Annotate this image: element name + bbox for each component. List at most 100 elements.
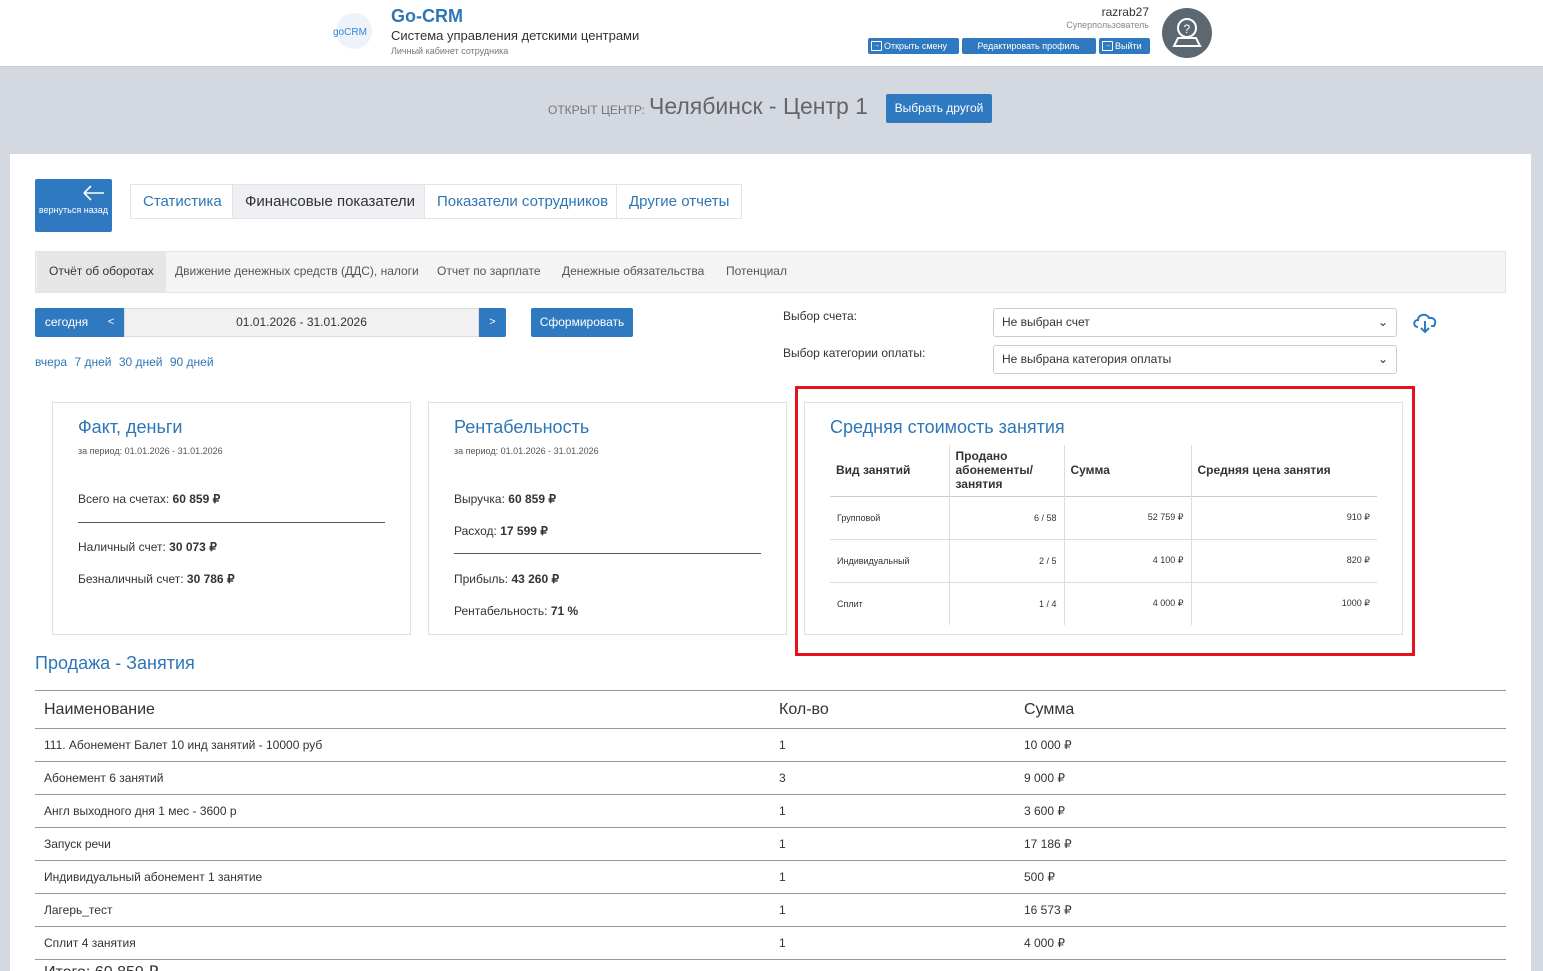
back-button[interactable]: вернуться назад: [35, 179, 112, 232]
user-role: Суперпользователь: [1066, 20, 1149, 30]
fact-card-title: Факт, деньги: [78, 417, 183, 437]
amount-cell: 9 000 ₽: [1015, 761, 1506, 795]
total-accounts-value: 60 859 ₽: [172, 492, 221, 506]
col-qty: Кол-во: [770, 690, 1015, 729]
table-row: Индивидуальный абонемент 1 занятие 1 500 ₽: [35, 860, 1506, 894]
name-cell: Сплит 4 занятия: [35, 926, 770, 960]
sales-table: Наименование Кол-во Сумма 111. Абонемент…: [35, 690, 1506, 960]
account-select-label: Выбор счета:: [783, 309, 857, 323]
divider: [78, 522, 385, 523]
arrow-left-icon: [83, 185, 104, 201]
tab-financial-indicators[interactable]: Финансовые показатели: [232, 184, 429, 219]
login-icon: →: [871, 41, 882, 51]
back-button-label: вернуться назад: [38, 205, 108, 215]
open-shift-label: Открыть смену: [884, 41, 948, 51]
name-cell: Англ выходного дня 1 мес - 3600 р: [35, 794, 770, 828]
today-button[interactable]: сегодня: [35, 308, 98, 337]
top-header: goCRM Go-CRM Система управления детскими…: [0, 0, 1543, 67]
edit-profile-label: Редактировать профиль: [977, 41, 1080, 51]
brand-title: Go-CRM: [391, 6, 463, 26]
sales-total: Итого: 60 859 ₽: [44, 962, 158, 971]
chevron-down-icon: ⌄: [1377, 315, 1388, 329]
margin-value: 71 %: [550, 604, 579, 618]
date-range-input[interactable]: 01.01.2026 - 31.01.2026: [124, 308, 479, 337]
name-cell: Запуск речи: [35, 827, 770, 861]
brand-subtitle-cabinet: Личный кабинет сотрудника: [391, 46, 509, 56]
qty-cell: 1: [770, 728, 1015, 762]
subtab-potential[interactable]: Потенциал: [714, 251, 799, 293]
generate-button[interactable]: Сформировать: [531, 308, 633, 337]
category-select[interactable]: Не выбрана категория оплаты ⌄: [993, 345, 1397, 374]
amount-cell: 4 000 ₽: [1015, 926, 1506, 960]
account-select-value: Не выбран счет: [1002, 315, 1090, 329]
account-select[interactable]: Не выбран счет ⌄: [993, 308, 1397, 337]
table-row: Сплит 4 занятия 1 4 000 ₽: [35, 926, 1506, 960]
col-name: Наименование: [35, 690, 770, 729]
total-accounts-label: Всего на счетах:: [78, 492, 170, 506]
tab-statistics[interactable]: Статистика: [130, 184, 235, 219]
brand-subtitle: Система управления детскими центрами: [391, 28, 640, 43]
quick-90-days-link[interactable]: 90 дней: [170, 355, 214, 369]
subtab-obligations[interactable]: Денежные обязательства: [550, 251, 716, 293]
cash-account-value: 30 073 ₽: [169, 540, 217, 554]
table-row: 111. Абонемент Балет 10 инд занятий - 10…: [35, 728, 1506, 762]
next-period-button[interactable]: >: [479, 308, 506, 337]
table-row: Абонемент 6 занятий 3 9 000 ₽: [35, 761, 1506, 795]
quick-7-days-link[interactable]: 7 дней: [74, 355, 111, 369]
amount-cell: 17 186 ₽: [1015, 827, 1506, 861]
col-amount: Сумма: [1015, 690, 1506, 729]
open-shift-button[interactable]: → Открыть смену: [868, 38, 959, 54]
user-avatar-icon: ?: [1172, 18, 1202, 47]
revenue-value: 60 859 ₽: [508, 492, 556, 506]
avatar[interactable]: ?: [1162, 8, 1212, 58]
logout-label: Выйти: [1115, 41, 1142, 51]
divider: [454, 553, 761, 554]
profit-row: Прибыль: 43 260 ₽: [454, 572, 559, 586]
expense-value: 17 599 ₽: [500, 524, 548, 538]
quick-30-days-link[interactable]: 30 дней: [119, 355, 163, 369]
name-cell: Абонемент 6 занятий: [35, 761, 770, 795]
name-cell: 111. Абонемент Балет 10 инд занятий - 10…: [35, 728, 770, 762]
tab-other-reports[interactable]: Другие отчеты: [616, 184, 743, 219]
margin-row: Рентабельность: 71 %: [454, 604, 578, 618]
svg-text:?: ?: [1184, 22, 1191, 36]
cash-account-row: Наличный счет: 30 073 ₽: [78, 540, 217, 554]
revenue-row: Выручка: 60 859 ₽: [454, 492, 556, 506]
tab-employee-indicators[interactable]: Показатели сотрудников: [424, 184, 622, 219]
category-select-value: Не выбрана категория оплаты: [1002, 352, 1172, 366]
logout-button[interactable]: → Выйти: [1099, 38, 1150, 54]
center-name: Челябинск - Центр 1: [649, 93, 868, 119]
amount-cell: 500 ₽: [1015, 860, 1506, 894]
margin-label: Рентабельность:: [454, 604, 548, 618]
choose-other-center-button[interactable]: Выбрать другой: [886, 94, 992, 123]
table-row: Англ выходного дня 1 мес - 3600 р13 600 …: [35, 794, 1506, 828]
prev-period-button[interactable]: <: [98, 308, 124, 337]
qty-cell: 1: [770, 860, 1015, 894]
quick-yesterday-link[interactable]: вчера: [35, 355, 67, 369]
sales-header-row: Наименование Кол-во Сумма: [35, 690, 1506, 729]
center-label: Открыт центр:: [548, 103, 645, 117]
amount-cell: 10 000 ₽: [1015, 728, 1506, 762]
profit-value: 43 260 ₽: [511, 572, 560, 586]
noncash-account-label: Безналичный счет:: [78, 572, 184, 586]
edit-profile-button[interactable]: Редактировать профиль: [962, 38, 1096, 54]
total-accounts-row: Всего на счетах: 60 859 ₽: [78, 492, 220, 506]
amount-cell: 16 573 ₽: [1015, 893, 1506, 927]
name-cell: Индивидуальный абонемент 1 занятие: [35, 860, 770, 894]
qty-cell: 1: [770, 893, 1015, 927]
fact-card-period: за период: 01.01.2026 - 31.01.2026: [78, 446, 223, 456]
subtab-salary-report[interactable]: Отчет по зарплате: [425, 251, 553, 293]
name-cell: Лагерь_тест: [35, 893, 770, 927]
subtab-turnover-report[interactable]: Отчёт об оборотах: [37, 251, 166, 293]
expense-label: Расход:: [454, 524, 497, 538]
subtab-cash-flow[interactable]: Движение денежных средств (ДДС), налоги: [163, 251, 431, 293]
table-row: Лагерь_тест 1 16 573 ₽: [35, 893, 1506, 927]
noncash-account-row: Безналичный счет: 30 786 ₽: [78, 572, 235, 586]
amount-cell: 3 600 ₽: [1015, 794, 1506, 828]
table-row: Запуск речи 1 17 186 ₽: [35, 827, 1506, 861]
gocrm-logo-icon[interactable]: goCRM: [331, 10, 377, 52]
highlight-frame: [795, 386, 1415, 656]
svg-text:goCRM: goCRM: [333, 27, 367, 38]
cloud-download-icon[interactable]: [1411, 310, 1439, 334]
qty-cell: 1: [770, 926, 1015, 960]
